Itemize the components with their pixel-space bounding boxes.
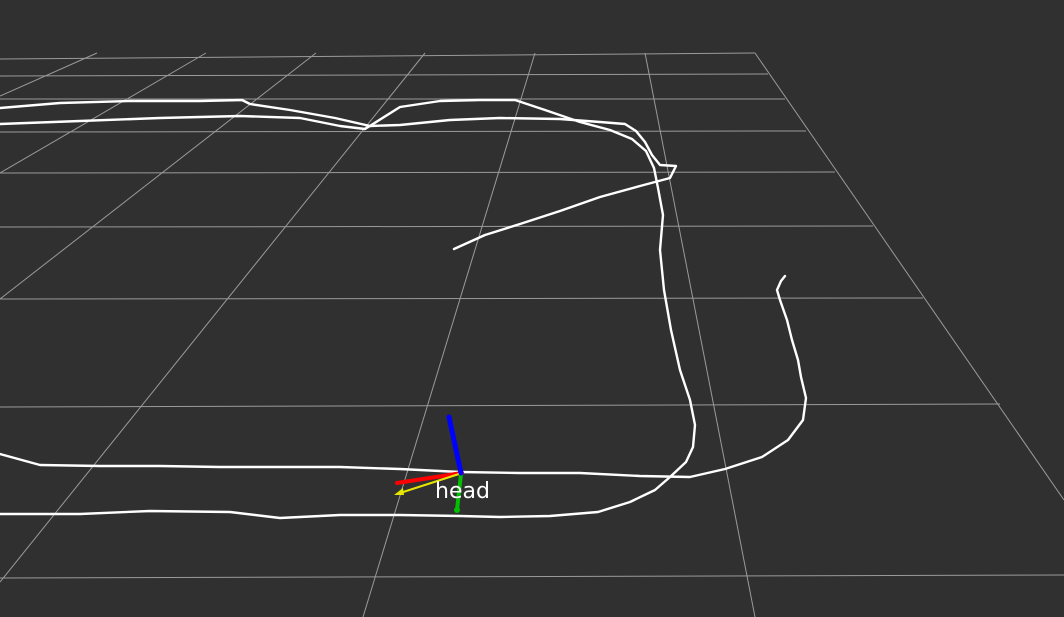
grid-line bbox=[362, 52, 536, 617]
heading-arrow-head bbox=[394, 488, 404, 495]
grid-line bbox=[0, 73, 769, 77]
grid-line bbox=[0, 52, 317, 300]
frame-label: head bbox=[435, 479, 490, 504]
grid-line bbox=[754, 52, 1064, 501]
grid-line bbox=[0, 403, 1001, 408]
grid-line bbox=[0, 52, 207, 174]
trajectory-segment bbox=[0, 98, 697, 520]
grid-line bbox=[644, 52, 756, 617]
trajectory-path bbox=[0, 98, 808, 520]
grid-line bbox=[0, 574, 1064, 579]
grid-line bbox=[0, 52, 98, 97]
grid-line bbox=[0, 171, 836, 174]
grid-line bbox=[0, 225, 874, 228]
scene-canvas[interactable]: head bbox=[0, 0, 1064, 617]
grid-line bbox=[0, 52, 756, 60]
trajectory-segment bbox=[0, 274, 808, 479]
ground-grid bbox=[0, 52, 1064, 617]
grid-line bbox=[0, 130, 807, 133]
grid-line bbox=[0, 297, 924, 300]
3d-viewport[interactable]: head bbox=[0, 0, 1064, 617]
z-axis-arrow bbox=[446, 414, 464, 476]
head-frame-axes[interactable]: head bbox=[394, 414, 490, 513]
y-axis-tip bbox=[454, 507, 460, 513]
